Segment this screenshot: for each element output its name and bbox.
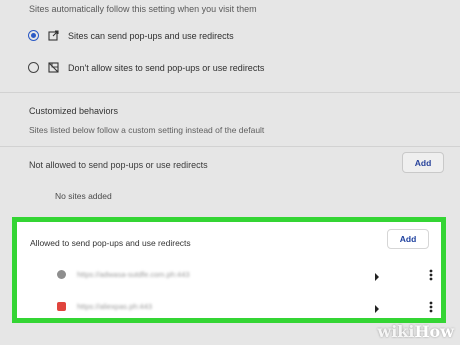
- add-blocked-site-button[interactable]: Add: [402, 152, 444, 173]
- site-favicon-icon: [57, 301, 66, 311]
- site-favicon-icon: [57, 269, 66, 279]
- default-behavior-description: Sites automatically follow this setting …: [29, 4, 257, 14]
- option-allow-popups-label: Sites can send pop-ups and use redirects: [68, 30, 234, 41]
- allowed-site-row[interactable]: https://adwasa-sutdfe.com.ph:443: [17, 264, 441, 284]
- allowed-section-label: Allowed to send pop-ups and use redirect…: [30, 238, 191, 248]
- popups-settings-panel: Sites automatically follow this setting …: [0, 0, 460, 345]
- more-actions-icon[interactable]: [429, 300, 433, 313]
- wikihow-watermark: wikiHow: [377, 322, 454, 341]
- site-url: https://adwasa-sutdfe.com.ph:443: [77, 269, 190, 279]
- allowed-sites-section: Allowed to send pop-ups and use redirect…: [12, 217, 446, 323]
- option-block-popups-label: Don't allow sites to send pop-ups or use…: [68, 62, 265, 73]
- radio-unselected-icon[interactable]: [28, 62, 39, 73]
- customized-behaviors-subtitle: Sites listed below follow a custom setti…: [29, 125, 265, 135]
- not-allowed-section-label: Not allowed to send pop-ups or use redir…: [29, 160, 208, 170]
- blocked-popup-icon: [48, 62, 59, 73]
- more-actions-icon[interactable]: [429, 268, 433, 281]
- add-allowed-site-button[interactable]: Add: [387, 229, 429, 249]
- divider: [0, 146, 460, 147]
- divider: [0, 92, 460, 93]
- option-allow-popups[interactable]: Sites can send pop-ups and use redirects: [28, 30, 234, 41]
- settings-page: Sites automatically follow this setting …: [0, 0, 460, 345]
- option-block-popups[interactable]: Don't allow sites to send pop-ups or use…: [28, 62, 264, 73]
- no-sites-added-text: No sites added: [55, 191, 112, 201]
- radio-selected-icon[interactable]: [28, 30, 39, 41]
- chevron-right-icon[interactable]: [373, 269, 381, 281]
- chevron-right-icon[interactable]: [373, 301, 381, 313]
- site-url: https://aliexpas.ph:443: [77, 301, 153, 311]
- watermark-wiki: wiki: [377, 322, 415, 341]
- allowed-site-row[interactable]: https://aliexpas.ph:443: [17, 296, 441, 316]
- customized-behaviors-title: Customized behaviors: [29, 106, 119, 116]
- external-link-icon: [48, 30, 59, 41]
- watermark-how: How: [414, 322, 454, 341]
